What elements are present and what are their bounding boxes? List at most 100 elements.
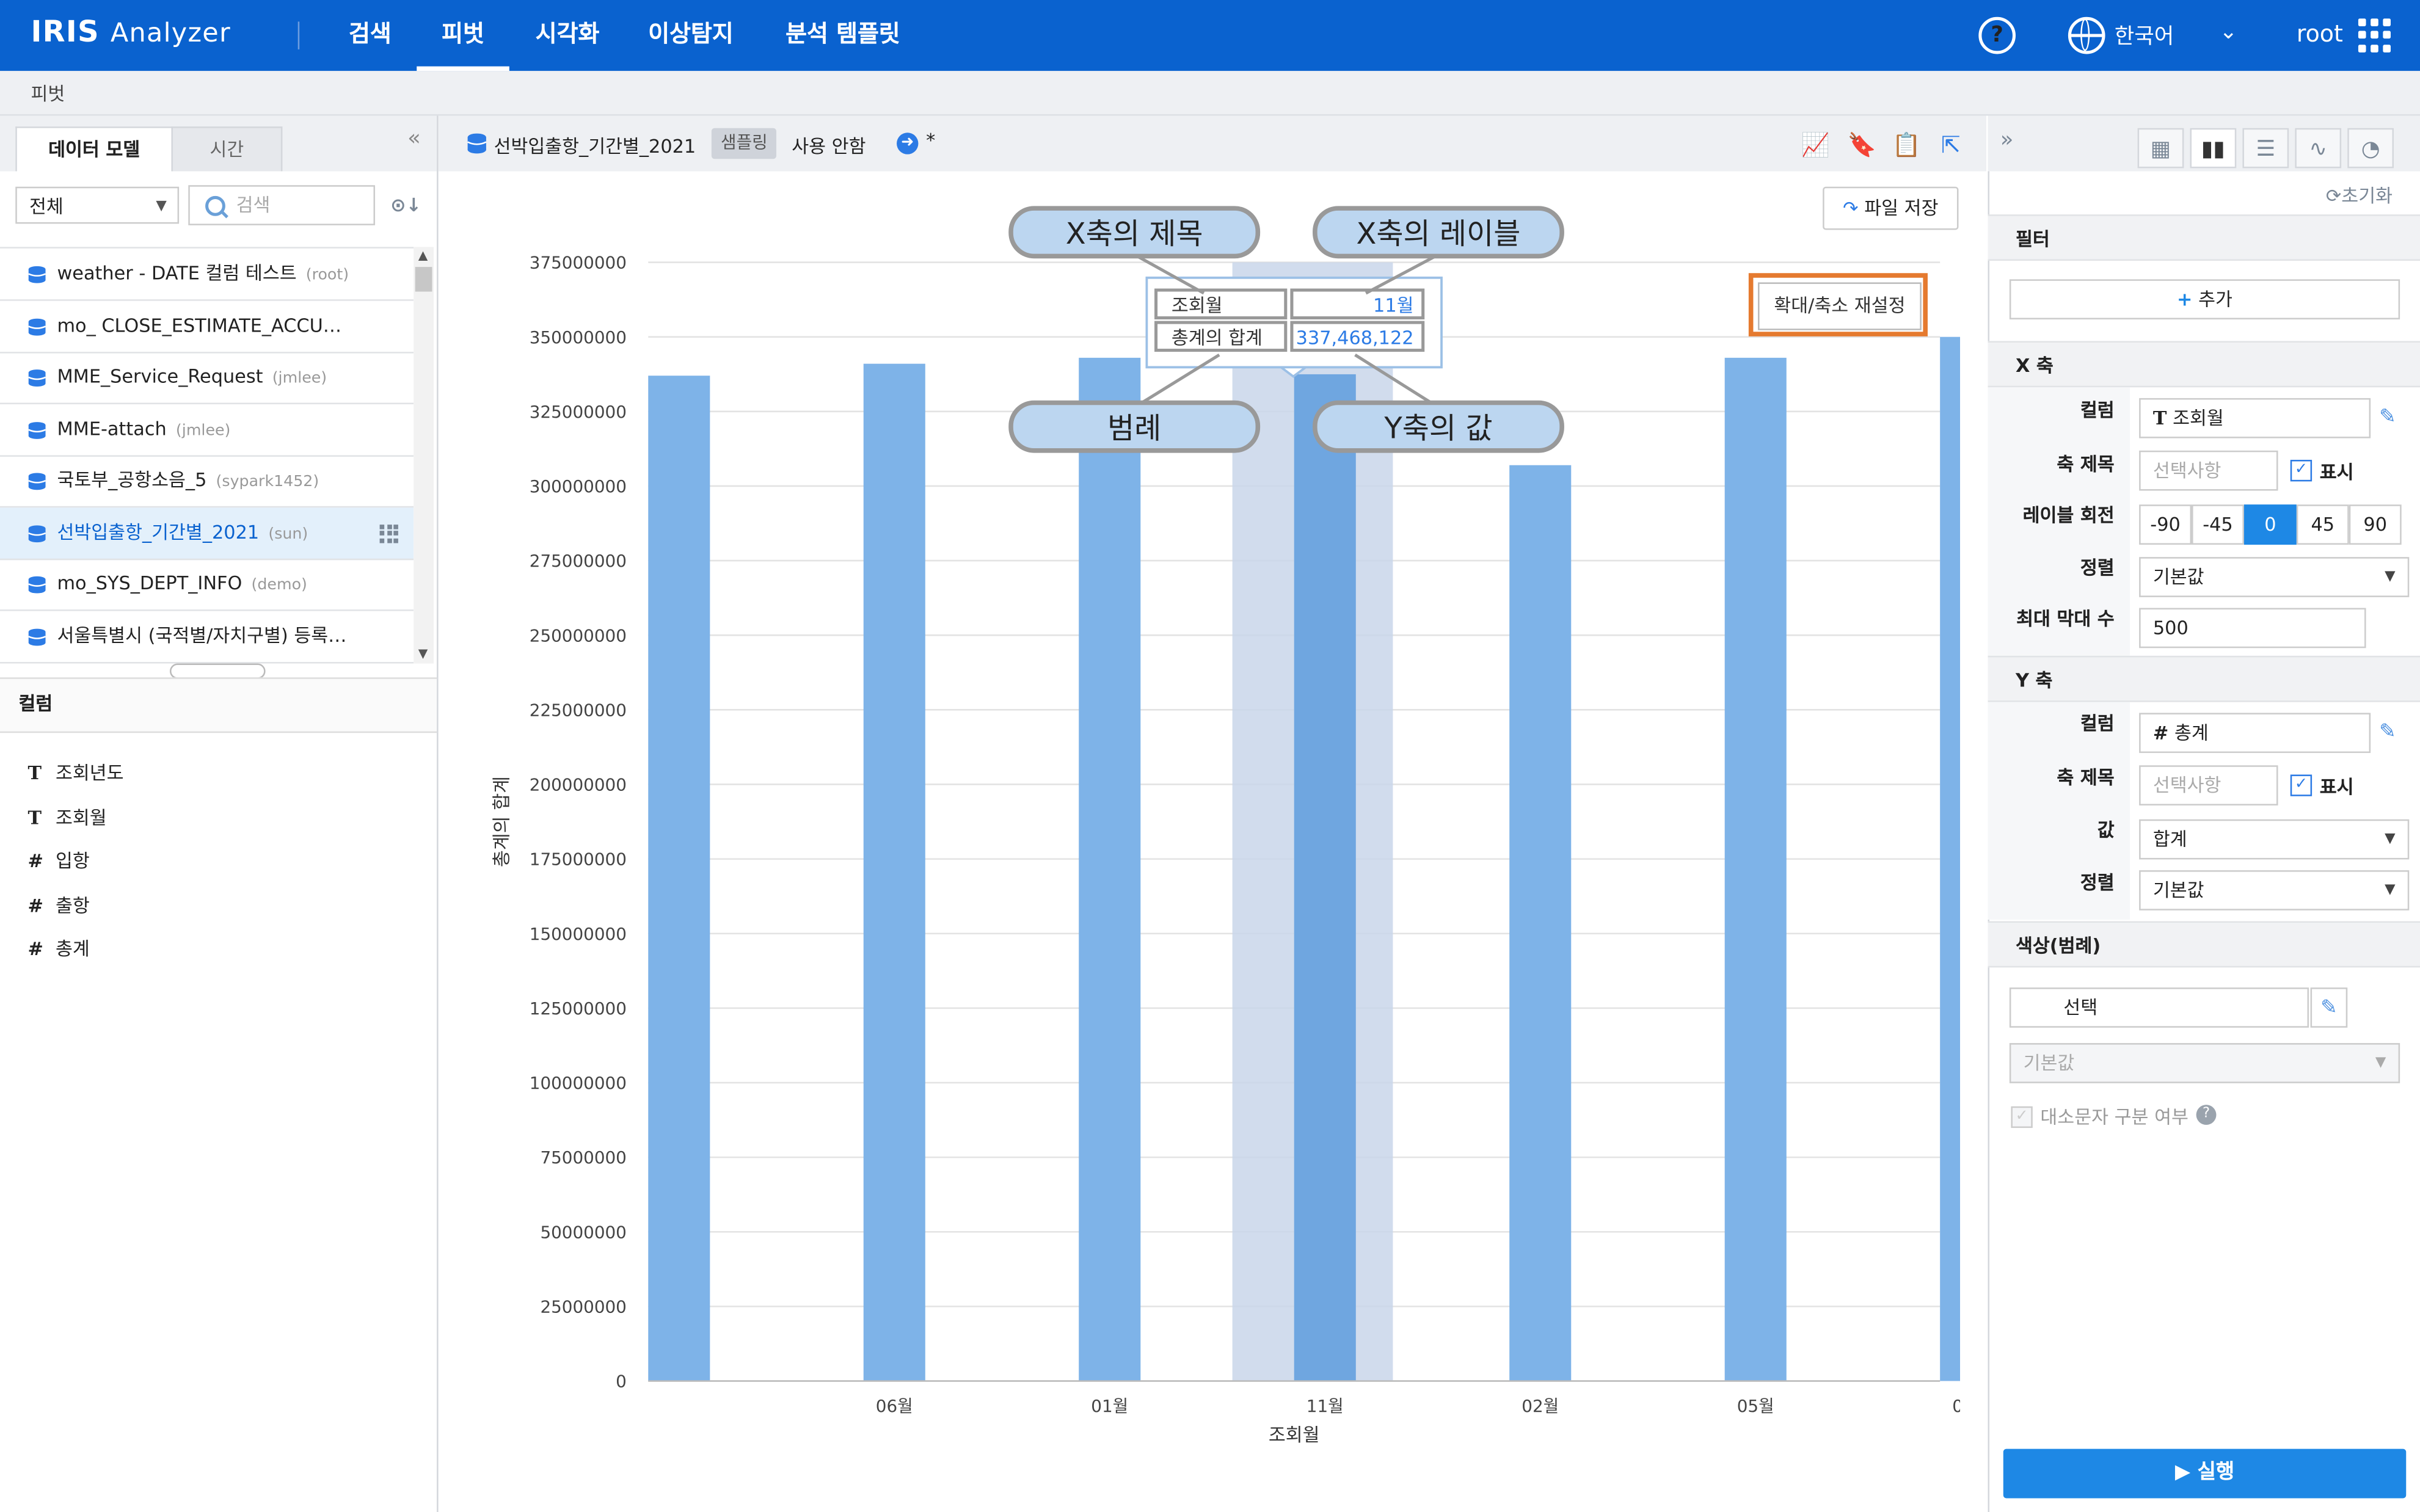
user-name[interactable]: root	[2297, 20, 2343, 48]
rotation-option[interactable]: -45	[2192, 504, 2244, 545]
bar[interactable]	[1940, 336, 1961, 1381]
color-default-value: 기본값	[2023, 1052, 2075, 1074]
pencil-icon[interactable]: ✎	[2310, 987, 2348, 1028]
y-value-select[interactable]: 합계 ▼	[2139, 819, 2410, 860]
column-item[interactable]: T 조회년도	[27, 759, 123, 785]
expand-right-icon[interactable]: »	[2000, 128, 2014, 153]
dataset-owner: (root)	[305, 267, 349, 284]
globe-icon[interactable]	[2068, 16, 2105, 54]
horizontal-bar-icon[interactable]: ☰	[2242, 128, 2289, 169]
pencil-icon[interactable]: ✎	[2371, 713, 2405, 753]
modified-mark: *	[926, 129, 936, 151]
run-button[interactable]: ▶ 실행	[2003, 1448, 2407, 1499]
line-chart-icon[interactable]: 📈	[1801, 133, 1830, 157]
y-column-field[interactable]: # 총계	[2139, 713, 2371, 754]
bar[interactable]	[1079, 357, 1141, 1381]
line-icon[interactable]: ∿	[2295, 128, 2342, 169]
resize-handle[interactable]	[169, 663, 266, 679]
nav-search[interactable]: 검색	[349, 0, 392, 71]
help-icon[interactable]: ?	[2196, 1105, 2217, 1125]
max-bars-label: 최대 막대 수	[2016, 608, 2115, 630]
scroll-down-icon[interactable]: ▼	[418, 647, 428, 661]
tab-time[interactable]: 시간	[171, 126, 283, 172]
language-select[interactable]: 한국어	[2115, 20, 2174, 51]
x-column-field[interactable]: T 조회월	[2139, 398, 2371, 438]
sampling-value[interactable]: 사용 안함	[792, 133, 866, 159]
filter-select[interactable]: 전체 ▼	[15, 186, 180, 224]
search-input[interactable]: 검색	[188, 185, 376, 225]
app-logo[interactable]: IRIS Analyzer	[31, 15, 231, 49]
y-axis-title-input[interactable]: 선택사항	[2139, 765, 2278, 805]
clipboard-icon[interactable]: 📋	[1892, 133, 1921, 157]
dataset-list-item[interactable]: MME_Service_Request (jmlee)	[0, 352, 414, 405]
dataset-icon	[28, 421, 46, 438]
reset-button[interactable]: ⟳초기화	[2326, 182, 2393, 208]
rotation-option-selected[interactable]: 0	[2243, 504, 2297, 545]
y-axis-title-label: 축 제목	[2057, 766, 2115, 789]
scroll-up-icon[interactable]: ▲	[418, 249, 428, 263]
y-tick-label: 75000000	[540, 1147, 626, 1168]
rotation-option[interactable]: -90	[2139, 504, 2192, 545]
column-item[interactable]: # 입항	[27, 847, 89, 873]
dataset-list: weather - DATE 컬럼 테스트 (root) mo_ CLOSE_EST…	[0, 247, 414, 668]
bar[interactable]	[1294, 374, 1356, 1381]
bar[interactable]	[863, 363, 925, 1381]
bar[interactable]	[648, 376, 710, 1381]
color-select-field[interactable]: 선택	[2009, 987, 2309, 1028]
help-icon[interactable]: ?	[1978, 16, 2016, 54]
y-sort-select[interactable]: 기본값 ▼	[2139, 870, 2410, 910]
column-item[interactable]: # 출항	[27, 892, 89, 918]
color-section-title: 색상(범례)	[1988, 921, 2420, 968]
y-show-checkbox[interactable]: ✓	[2290, 774, 2312, 796]
apps-grid-icon[interactable]	[2358, 18, 2393, 53]
dataset-list-item[interactable]: 국토부_공항소음_5 (sypark1452)	[0, 455, 414, 508]
nav-anomaly-detection[interactable]: 이상탐지	[648, 0, 733, 71]
scrollbar[interactable]	[414, 247, 434, 664]
nav-analysis-template[interactable]: 분석 템플릿	[785, 0, 900, 71]
x-column-label: 컬럼	[2080, 399, 2115, 421]
bar-chart-icon[interactable]: ▮▮	[2190, 128, 2237, 169]
bookmark-icon[interactable]: 🔖	[1848, 133, 1876, 157]
bar[interactable]	[1724, 357, 1787, 1381]
add-filter-button[interactable]: + 추가	[2009, 279, 2400, 320]
scrollbar-thumb[interactable]	[415, 267, 432, 292]
x-show-checkbox[interactable]: ✓	[2290, 459, 2312, 482]
zoom-reset-button[interactable]: 확대/축소 재설정	[1758, 282, 1922, 330]
y-value-label: 값	[2097, 819, 2115, 841]
x-axis-title-input[interactable]: 선택사항	[2139, 450, 2278, 491]
dataset-list-item[interactable]: mo_SYS_DEPT_INFO (demo)	[0, 559, 414, 611]
x-sort-select[interactable]: 기본값 ▼	[2139, 557, 2410, 597]
export-icon[interactable]: ⇱	[1937, 133, 1964, 157]
collapse-left-icon[interactable]: «	[407, 126, 421, 151]
rotation-option[interactable]: 90	[2349, 504, 2402, 545]
table-icon[interactable]: ▦	[2137, 128, 2184, 169]
sort-icon[interactable]: ⊙↓	[390, 194, 421, 216]
pie-chart-icon[interactable]: ◔	[2347, 128, 2394, 169]
chevron-down-icon[interactable]: ⌄	[2220, 20, 2238, 45]
dataset-list-item[interactable]: mo_ CLOSE_ESTIMATE_ACCU…	[0, 300, 414, 353]
column-item[interactable]: # 총계	[27, 935, 89, 961]
nav-pivot[interactable]: 피벗	[417, 0, 509, 71]
dataset-menu-icon[interactable]	[379, 523, 398, 543]
rotation-option[interactable]: 45	[2296, 504, 2349, 545]
y-column-value: 총계	[2174, 722, 2209, 744]
dropdown-arrow-icon: ▼	[2375, 1055, 2386, 1071]
x-tick-label: 05월	[1737, 1396, 1774, 1416]
dataset-list-item[interactable]: 선박입출항_기간별_2021 (sun)	[0, 507, 414, 559]
y-sort-label: 정렬	[2080, 871, 2115, 894]
dataset-list-item[interactable]: weather - DATE 컬럼 테스트 (root)	[0, 249, 414, 301]
x-sort-value: 기본값	[2152, 566, 2204, 588]
pencil-icon[interactable]: ✎	[2371, 398, 2405, 438]
dataset-owner: (sun)	[268, 525, 308, 543]
tab-data-model[interactable]: 데이터 모델	[15, 126, 173, 172]
refresh-icon: ⟳	[2325, 185, 2342, 207]
max-bars-input[interactable]: 500	[2139, 608, 2366, 649]
nav-visualization[interactable]: 시각화	[536, 0, 600, 71]
dataset-list-item[interactable]: 서울특별시 (국적별/자치구별) 등록…	[0, 610, 414, 663]
column-item[interactable]: T 조회월	[27, 804, 106, 830]
color-default-select: 기본값 ▼	[2009, 1043, 2400, 1083]
bar[interactable]	[1509, 465, 1572, 1381]
arrow-right-icon[interactable]: ➜	[897, 133, 919, 154]
y-tick-label: 225000000	[530, 700, 627, 720]
dataset-list-item[interactable]: MME-attach (jmlee)	[0, 404, 414, 456]
